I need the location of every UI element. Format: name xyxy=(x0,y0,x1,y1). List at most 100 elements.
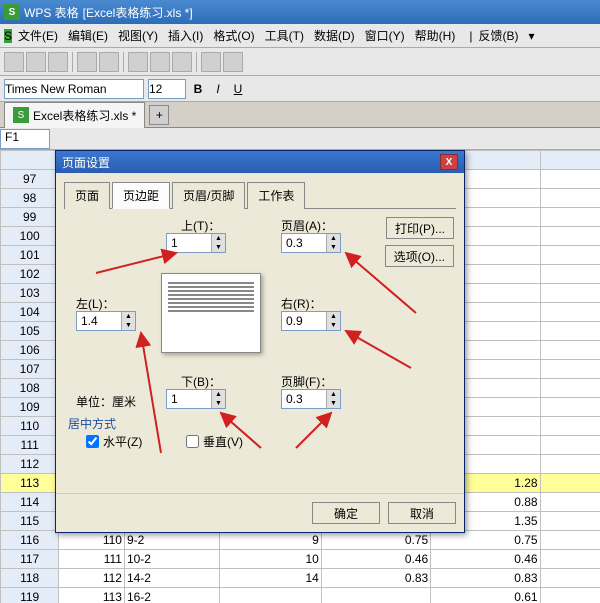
row-header[interactable]: 116 xyxy=(1,531,59,550)
row-header[interactable]: 114 xyxy=(1,493,59,512)
spin-up-icon[interactable]: ▲ xyxy=(211,390,225,399)
italic-icon[interactable]: I xyxy=(210,82,226,96)
redo-icon[interactable] xyxy=(223,52,243,72)
menu-tools[interactable]: 工具(T) xyxy=(261,25,308,46)
row-header[interactable]: 99 xyxy=(1,208,59,227)
spin-up-icon[interactable]: ▲ xyxy=(326,390,340,399)
print-icon[interactable] xyxy=(77,52,97,72)
ok-button[interactable]: 确定 xyxy=(312,502,380,524)
cell[interactable] xyxy=(540,189,600,208)
cell[interactable]: 1.28 xyxy=(540,474,600,493)
spin-down-icon[interactable]: ▼ xyxy=(121,321,135,330)
bottom-spinner[interactable]: ▲▼ xyxy=(166,389,226,409)
cell[interactable]: 1.19 xyxy=(540,512,600,531)
cut-icon[interactable] xyxy=(128,52,148,72)
spin-down-icon[interactable]: ▼ xyxy=(211,243,225,252)
sheet-area[interactable]: HI 9791.88违法占地98925.63违法占地99937.82违法占地10… xyxy=(0,150,600,603)
row-header[interactable]: 102 xyxy=(1,265,59,284)
tab-page[interactable]: 页面 xyxy=(64,182,110,209)
bold-icon[interactable]: B xyxy=(190,82,206,96)
cell[interactable]: 10-2 xyxy=(124,550,219,569)
underline-icon[interactable]: U xyxy=(230,82,246,96)
top-spinner[interactable]: ▲▼ xyxy=(166,233,226,253)
cell[interactable]: 0.61 xyxy=(540,588,600,603)
new-icon[interactable] xyxy=(4,52,24,72)
cell[interactable] xyxy=(540,360,600,379)
horiz-check-input[interactable] xyxy=(86,435,99,448)
cancel-button[interactable]: 取消 xyxy=(388,502,456,524)
cell[interactable] xyxy=(540,455,600,474)
row-header[interactable]: 100 xyxy=(1,227,59,246)
tab-worksheet[interactable]: 工作表 xyxy=(247,182,305,209)
table-row[interactable]: 11711110-2100.460.460.4600.46违法占地 xyxy=(1,550,600,569)
left-spinner[interactable]: ▲▼ xyxy=(76,311,136,331)
cell[interactable] xyxy=(540,284,600,303)
cell[interactable] xyxy=(540,227,600,246)
cell[interactable] xyxy=(540,170,600,189)
row-header[interactable]: 110 xyxy=(1,417,59,436)
cell[interactable]: 14-2 xyxy=(124,569,219,588)
menu-view[interactable]: 视图(Y) xyxy=(114,25,162,46)
cell[interactable] xyxy=(540,246,600,265)
row-header[interactable]: 111 xyxy=(1,436,59,455)
undo-icon[interactable] xyxy=(201,52,221,72)
header-spinner[interactable]: ▲▼ xyxy=(281,233,341,253)
spin-up-icon[interactable]: ▲ xyxy=(326,312,340,321)
top-input[interactable] xyxy=(167,234,211,252)
cell[interactable]: 9 xyxy=(219,531,321,550)
cell[interactable] xyxy=(540,208,600,227)
cell[interactable]: 0.46 xyxy=(431,550,540,569)
cell[interactable]: 16-2 xyxy=(124,588,219,603)
row-header[interactable]: 104 xyxy=(1,303,59,322)
close-icon[interactable]: X xyxy=(440,154,458,170)
cell[interactable]: 0.75 xyxy=(431,531,540,550)
spin-down-icon[interactable]: ▼ xyxy=(211,399,225,408)
row-header[interactable]: 119 xyxy=(1,588,59,603)
dialog-title-bar[interactable]: 页面设置 X xyxy=(56,151,464,173)
name-box[interactable]: F1 xyxy=(0,129,50,149)
add-tab-button[interactable]: + xyxy=(149,105,169,125)
spin-down-icon[interactable]: ▼ xyxy=(326,399,340,408)
cell[interactable] xyxy=(321,588,430,603)
tab-header-footer[interactable]: 页眉/页脚 xyxy=(172,182,245,209)
cell[interactable]: 111 xyxy=(59,550,125,569)
doc-tab-active[interactable]: S Excel表格练习.xls * xyxy=(4,102,145,128)
horiz-checkbox[interactable]: 水平(Z) xyxy=(86,433,142,450)
cell[interactable] xyxy=(540,265,600,284)
spin-down-icon[interactable]: ▼ xyxy=(326,321,340,330)
cell[interactable]: 14 xyxy=(219,569,321,588)
cell[interactable] xyxy=(540,303,600,322)
cell[interactable]: 112 xyxy=(59,569,125,588)
cell[interactable]: 0.88 xyxy=(540,493,600,512)
cell[interactable]: 9-2 xyxy=(124,531,219,550)
spin-up-icon[interactable]: ▲ xyxy=(326,234,340,243)
menu-data[interactable]: 数据(D) xyxy=(310,25,359,46)
right-spinner[interactable]: ▲▼ xyxy=(281,311,341,331)
row-header[interactable]: 117 xyxy=(1,550,59,569)
table-row[interactable]: 11911316-20.610.6100.61 xyxy=(1,588,600,603)
cell[interactable]: 0.83 xyxy=(321,569,430,588)
cell[interactable] xyxy=(540,398,600,417)
open-icon[interactable] xyxy=(26,52,46,72)
copy-icon[interactable] xyxy=(150,52,170,72)
row-header[interactable]: 106 xyxy=(1,341,59,360)
vert-checkbox[interactable]: 垂直(V) xyxy=(186,433,243,450)
options-button[interactable]: 选项(O)... xyxy=(385,245,454,267)
row-header[interactable]: 107 xyxy=(1,360,59,379)
cell[interactable]: 0.75 xyxy=(540,531,600,550)
menu-edit[interactable]: 编辑(E) xyxy=(64,25,112,46)
menu-window[interactable]: 窗口(Y) xyxy=(361,25,409,46)
table-row[interactable]: 1161109-290.750.750.7500.75违法占地 xyxy=(1,531,600,550)
preview-icon[interactable] xyxy=(99,52,119,72)
menu-format[interactable]: 格式(O) xyxy=(209,25,258,46)
font-name-input[interactable] xyxy=(4,79,144,99)
cell[interactable]: 0.83 xyxy=(431,569,540,588)
cell[interactable]: 0.75 xyxy=(321,531,430,550)
row-header[interactable]: 108 xyxy=(1,379,59,398)
menu-feedback[interactable]: 反馈(B) xyxy=(474,25,522,46)
cell[interactable]: 0.46 xyxy=(540,550,600,569)
spin-up-icon[interactable]: ▲ xyxy=(211,234,225,243)
table-row[interactable]: 11811214-2140.830.830.8300.88违法占地 xyxy=(1,569,600,588)
row-header[interactable]: 101 xyxy=(1,246,59,265)
cell[interactable] xyxy=(540,379,600,398)
